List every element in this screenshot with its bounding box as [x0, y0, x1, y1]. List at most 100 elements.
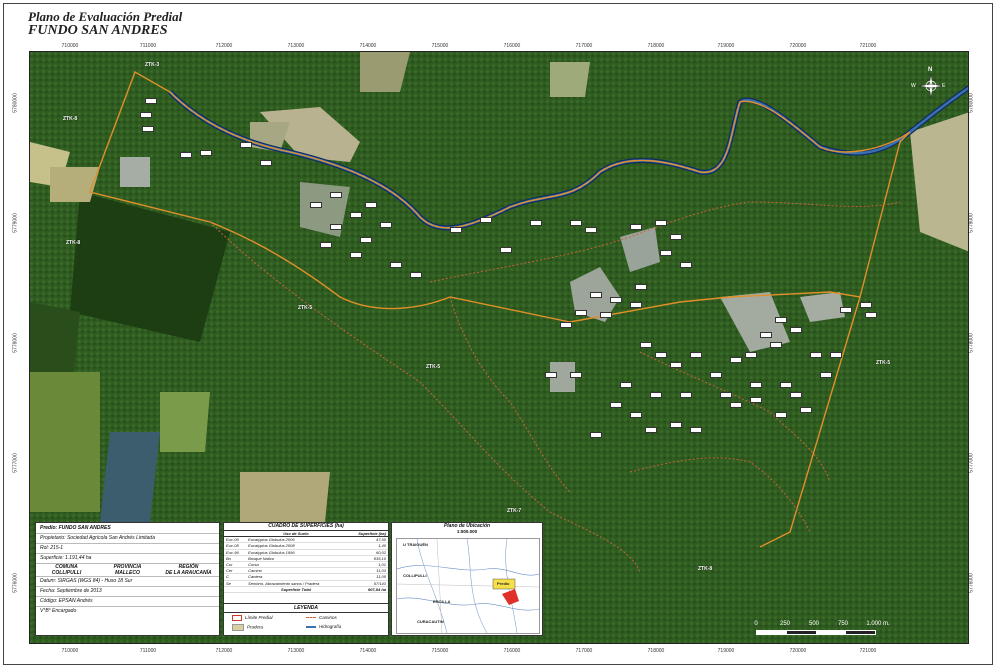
- table-total-row: Superficie Total 907,84 ha: [224, 586, 388, 594]
- legend-label: Hidrografía: [319, 624, 342, 629]
- stand-marker: [142, 126, 154, 132]
- y-tick: 5778000: [12, 333, 19, 353]
- stand-marker: [450, 227, 462, 233]
- x-tick: 716000: [503, 43, 521, 49]
- stand-marker: [480, 217, 492, 223]
- vb-encargado: V°B° Encargado: [40, 608, 77, 614]
- zone-label: ZTK-7: [507, 508, 522, 514]
- x-tick: 710000: [61, 648, 79, 654]
- x-tick: 719000: [717, 43, 735, 49]
- zone-label: ZTK-8: [63, 116, 78, 122]
- stand-marker: [680, 262, 692, 268]
- provincia-value: MALLECO: [115, 570, 140, 576]
- property-info-panel: Predio: FUNDO SAN ANDRES Propietario: So…: [35, 522, 220, 636]
- road-swatch-icon: [306, 617, 316, 619]
- inset-place: U TRAIGUÉN: [403, 542, 428, 547]
- stand-marker: [690, 427, 702, 433]
- comuna-value: COLLIPULLI: [51, 570, 82, 576]
- stand-marker: [390, 262, 402, 268]
- stand-marker: [610, 402, 622, 408]
- stand-marker: [790, 392, 802, 398]
- stand-marker: [860, 302, 872, 308]
- map-title-block: Plano de Evaluación Predial FUNDO SAN AN…: [28, 10, 182, 38]
- x-tick: 715000: [431, 648, 449, 654]
- stand-marker: [380, 222, 392, 228]
- x-tick: 721000: [859, 43, 877, 49]
- zone-label: ZTK-8: [698, 566, 713, 572]
- predio-name: Predio: FUNDO SAN ANDRES: [36, 523, 219, 534]
- field-patch: [550, 62, 590, 97]
- propietario: Propietario: Sociedad Agrícola San André…: [36, 534, 219, 544]
- predio-location-marker: [502, 589, 519, 605]
- stand-marker: [570, 372, 582, 378]
- stand-marker: [545, 372, 557, 378]
- surface-table-panel: CUADRO DE SUPERFICIES (ha) Uso de Suelo …: [223, 522, 389, 606]
- pradera-swatch-icon: [232, 624, 244, 631]
- stand-marker: [820, 372, 832, 378]
- stand-marker: [760, 332, 772, 338]
- stand-marker: [670, 362, 682, 368]
- inset-scale: 1:500.000: [456, 529, 478, 534]
- region-value: DE LA ARAUCANÍA: [165, 570, 212, 576]
- x-tick: 720000: [789, 648, 807, 654]
- stand-marker: [330, 192, 342, 198]
- field-patch: [30, 372, 100, 512]
- stand-marker: [690, 352, 702, 358]
- x-tick: 714000: [359, 648, 377, 654]
- x-tick: 712000: [215, 648, 233, 654]
- stand-marker: [840, 307, 852, 313]
- inset-map: U TRAIGUÉN COLLIPULLI ERCILLA CURACAUTIN…: [396, 538, 540, 634]
- compass-rose-icon: N E W: [911, 67, 945, 100]
- stand-marker: [180, 152, 192, 158]
- limite-swatch-icon: [232, 615, 242, 621]
- stand-marker: [585, 227, 597, 233]
- x-tick: 718000: [647, 648, 665, 654]
- stand-marker: [310, 202, 322, 208]
- stand-marker: [200, 150, 212, 156]
- stand-marker: [775, 412, 787, 418]
- field-patch: [240, 472, 330, 522]
- stand-marker: [350, 252, 362, 258]
- stand-marker: [320, 242, 332, 248]
- stand-marker: [145, 98, 157, 104]
- stand-marker: [635, 284, 647, 290]
- x-tick: 720000: [789, 43, 807, 49]
- stand-marker: [775, 317, 787, 323]
- zone-label: ZTK-5: [298, 305, 313, 311]
- scale-label: 500: [808, 621, 820, 627]
- stand-marker: [655, 220, 667, 226]
- stand-marker: [790, 327, 802, 333]
- zone-label: ZTK-5: [426, 364, 441, 370]
- stand-marker: [620, 382, 632, 388]
- legend-item-caminos: Caminos: [306, 615, 380, 621]
- surface-table: Uso de Suelo Superficie (ha) Euc-06 Eucal…: [224, 531, 388, 594]
- scale-label: 750: [837, 621, 849, 627]
- legend-label: Pradera: [247, 624, 264, 630]
- stand-marker: [750, 397, 762, 403]
- rol: Rol: 215-1: [36, 544, 219, 554]
- legend-item-limite: Límite Predial: [232, 615, 306, 621]
- legend-item-hidrografia: Hidrografía: [306, 624, 380, 631]
- x-tick: 710000: [61, 43, 79, 49]
- water-patch: [100, 432, 160, 522]
- y-tick: 5779000: [968, 213, 975, 233]
- x-tick: 714000: [359, 43, 377, 49]
- y-tick: 5776000: [968, 573, 975, 593]
- stand-marker: [655, 352, 667, 358]
- datum: Datum: SIRGAS (WGS 84) - Huso 18 Sur: [36, 577, 219, 587]
- stand-marker: [670, 422, 682, 428]
- fecha: Fecha: Septiembre de 2013: [36, 587, 219, 597]
- legend-label: Caminos: [319, 615, 337, 620]
- legend-title: LEYENDA: [224, 604, 388, 613]
- x-tick: 721000: [859, 648, 877, 654]
- total-label: Superficie Total: [246, 586, 346, 594]
- stand-marker: [730, 402, 742, 408]
- inset-place: ERCILLA: [433, 599, 451, 604]
- scale-label: 250: [779, 621, 791, 627]
- scale-bar-graphic: [756, 630, 876, 635]
- stand-marker: [590, 432, 602, 438]
- stand-marker: [810, 352, 822, 358]
- stand-marker: [630, 224, 642, 230]
- zone-label: ZTK-8: [66, 240, 81, 246]
- stand-marker: [660, 250, 672, 256]
